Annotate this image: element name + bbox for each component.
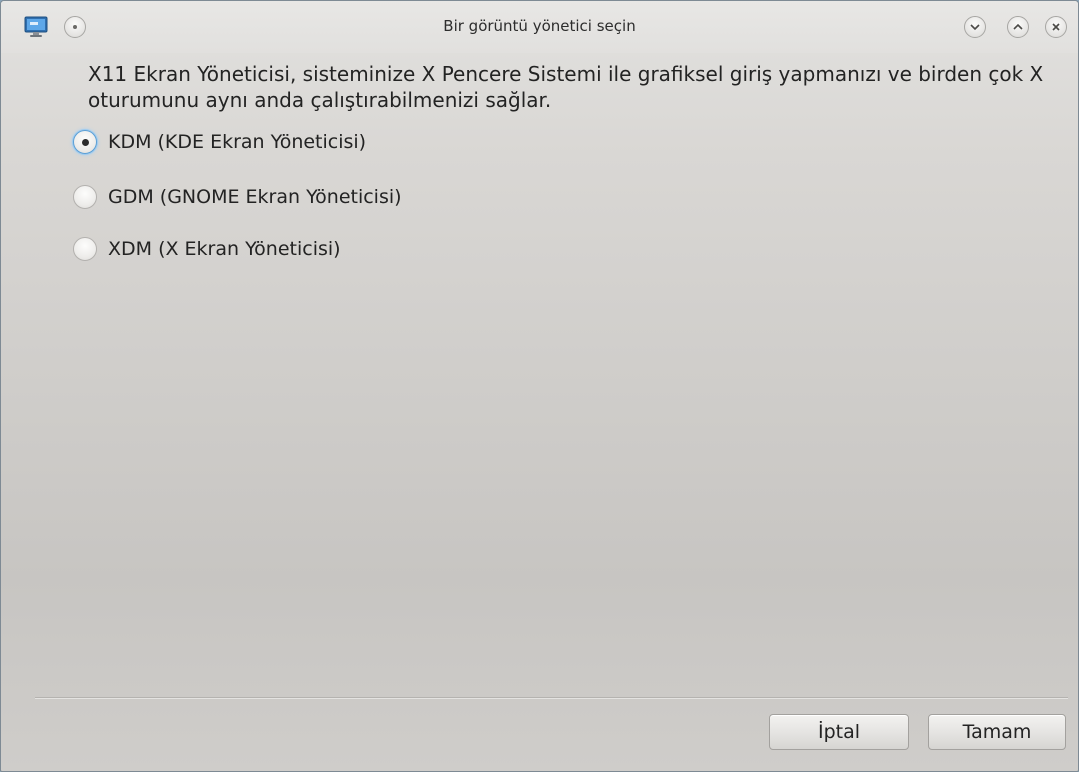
radio-button-kdm[interactable] [73,130,97,154]
ok-button[interactable]: Tamam [928,714,1066,750]
dialog-window: Bir görüntü yönetici seçin X11 Ekran Yön… [0,0,1079,772]
window-title: Bir görüntü yönetici seçin [443,17,636,35]
button-separator [35,697,1068,699]
maximize-button[interactable] [1007,16,1029,38]
chevron-down-icon [970,24,980,31]
radio-checked-dot [82,139,89,146]
title-bar[interactable]: Bir görüntü yönetici seçin [1,1,1078,53]
radio-button-xdm[interactable] [73,237,97,261]
chevron-up-icon [1013,23,1023,30]
close-button[interactable] [1045,16,1067,38]
description-text: X11 Ekran Yöneticisi, sisteminize X Penc… [88,62,1044,112]
radio-option-gdm[interactable]: GDM (GNOME Ekran Yöneticisi) [73,182,402,212]
minimize-button[interactable] [964,16,986,38]
close-icon [1052,23,1060,31]
radio-label-kdm[interactable]: KDM (KDE Ekran Yöneticisi) [108,131,366,153]
radio-option-kdm[interactable]: KDM (KDE Ekran Yöneticisi) [73,127,366,157]
radio-label-xdm[interactable]: XDM (X Ekran Yöneticisi) [108,238,341,260]
cancel-button[interactable]: İptal [769,714,909,750]
radio-button-gdm[interactable] [73,185,97,209]
radio-option-xdm[interactable]: XDM (X Ekran Yöneticisi) [73,234,341,264]
radio-label-gdm[interactable]: GDM (GNOME Ekran Yöneticisi) [108,186,402,208]
